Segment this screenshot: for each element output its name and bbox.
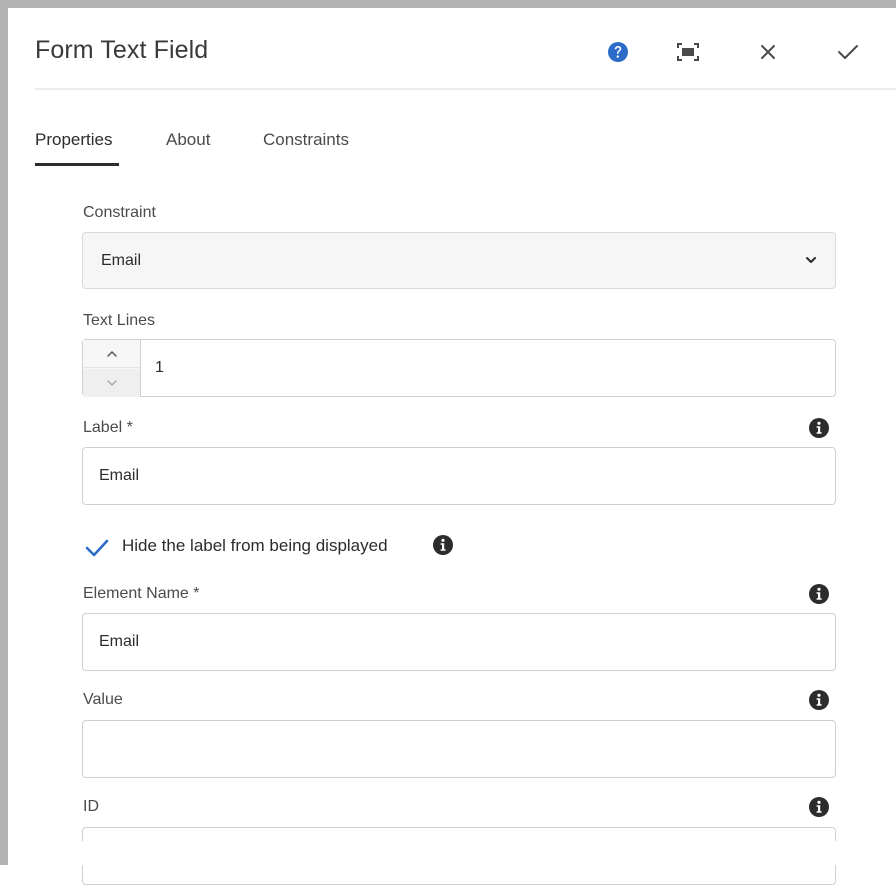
info-icon[interactable]	[433, 535, 453, 555]
hide-label-checkbox-label[interactable]: Hide the label from being displayed	[122, 536, 388, 556]
dialog: Form Text Field Properties About Constra…	[8, 8, 896, 885]
constraint-select[interactable]: Email	[82, 232, 836, 289]
info-icon[interactable]	[809, 418, 829, 438]
info-icon[interactable]	[809, 584, 829, 604]
help-icon	[608, 42, 628, 62]
constraint-selected-value: Email	[101, 252, 142, 269]
info-icon[interactable]	[809, 690, 829, 710]
text-lines-label: Text Lines	[83, 312, 156, 329]
dialog-header: Form Text Field	[8, 8, 896, 90]
stepper-decrement-button[interactable]	[83, 369, 140, 397]
tab-list: Properties About Constraints	[35, 126, 896, 174]
chevron-down-icon	[106, 380, 117, 387]
checkmark-icon	[85, 539, 109, 557]
tab-constraints[interactable]: Constraints	[263, 130, 349, 150]
stepper-increment-button[interactable]	[83, 340, 140, 368]
constraint-label: Constraint	[83, 204, 156, 221]
element-name-input[interactable]: Email	[82, 613, 836, 671]
tab-about[interactable]: About	[166, 130, 210, 150]
id-label: ID	[83, 798, 99, 815]
header-divider	[35, 88, 896, 90]
scroll-clip	[8, 841, 896, 865]
fullscreen-icon	[677, 43, 699, 61]
stepper-buttons	[82, 339, 140, 397]
checkmark-icon	[838, 45, 858, 59]
close-button[interactable]	[752, 36, 784, 68]
fullscreen-button[interactable]	[672, 36, 704, 68]
dialog-title: Form Text Field	[35, 36, 209, 64]
label-field-label: Label *	[83, 419, 133, 436]
element-name-label: Element Name *	[83, 585, 200, 602]
active-tab-indicator	[35, 163, 119, 166]
label-input[interactable]: Email	[82, 447, 836, 505]
help-button[interactable]	[602, 36, 634, 68]
hide-label-checkbox[interactable]	[84, 535, 110, 561]
tab-properties[interactable]: Properties	[35, 130, 112, 150]
text-lines-input[interactable]: 1	[140, 339, 836, 397]
value-label: Value	[83, 691, 123, 708]
value-input[interactable]	[82, 720, 836, 778]
chevron-up-icon	[106, 350, 117, 357]
info-icon[interactable]	[809, 797, 829, 817]
text-lines-stepper: 1	[82, 339, 836, 397]
close-icon	[761, 45, 775, 59]
chevron-down-icon	[806, 257, 816, 263]
done-button[interactable]	[832, 36, 864, 68]
